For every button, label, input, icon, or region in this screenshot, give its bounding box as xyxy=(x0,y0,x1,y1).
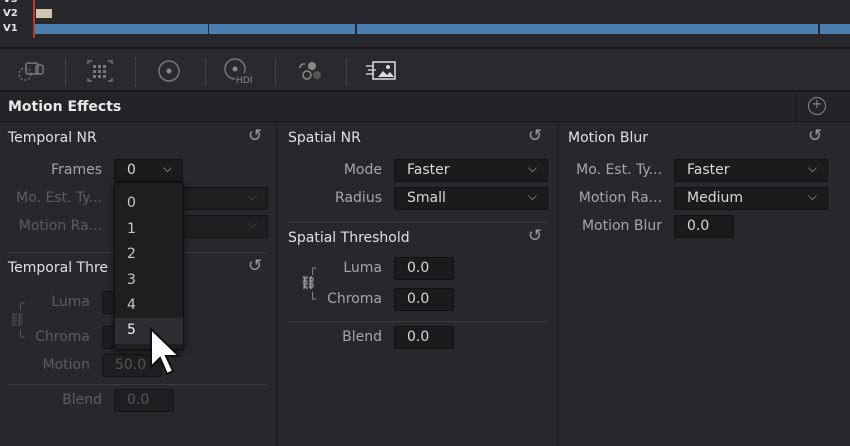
chroma-label: Chroma xyxy=(327,291,382,307)
color-wheels-icon[interactable] xyxy=(154,57,184,85)
reset-all-icon[interactable]: + xyxy=(808,97,826,115)
radius-value: Small xyxy=(407,190,446,206)
hdr-wheels-icon[interactable]: HDR xyxy=(222,57,252,85)
mo-est-label: Mo. Est. Ty... xyxy=(576,162,662,178)
motion-effects-header: Motion Effects + xyxy=(0,93,850,122)
mo-est-label: Mo. Est. Ty... xyxy=(16,190,102,206)
frames-value: 0 xyxy=(127,162,136,178)
reset-icon[interactable]: ↺ xyxy=(528,226,542,246)
reset-icon[interactable]: ↺ xyxy=(528,126,542,146)
panel-title: Motion Effects xyxy=(8,99,122,115)
chevron-down-icon: ⌵ xyxy=(807,161,817,175)
chevron-down-icon: ⌵ xyxy=(527,161,537,175)
luma-input[interactable]: 0.0 xyxy=(394,257,454,280)
menu-item-1[interactable]: 1 xyxy=(115,217,183,243)
mouse-cursor-icon xyxy=(150,327,182,376)
blend-input[interactable]: 0.0 xyxy=(114,389,174,412)
chevron-down-icon: ⌵ xyxy=(162,161,172,175)
chevron-down-icon: ⌵ xyxy=(527,189,537,203)
playhead[interactable] xyxy=(33,0,35,38)
motion-blur-title: Motion Blur xyxy=(568,130,649,146)
frames-label: Frames xyxy=(51,162,102,178)
frames-dropdown-menu: 0 1 2 3 4 5 xyxy=(114,182,184,350)
luma-label: Luma xyxy=(343,260,382,276)
menu-item-0[interactable]: 0 xyxy=(115,191,183,217)
menu-item-2[interactable]: 2 xyxy=(115,242,183,268)
blend-label: Blend xyxy=(62,392,102,408)
mode-value: Faster xyxy=(407,162,450,178)
camera-raw-icon[interactable] xyxy=(16,57,46,85)
timeline[interactable]: V3 V2 V1 xyxy=(0,0,850,49)
menu-item-4[interactable]: 4 xyxy=(115,293,183,319)
mode-dropdown[interactable]: Faster ⌵ xyxy=(394,159,548,182)
spatial-threshold-title: Spatial Threshold xyxy=(288,230,410,246)
reset-icon[interactable]: ↺ xyxy=(808,126,822,146)
spatial-nr-title: Spatial NR xyxy=(288,130,361,146)
blend-label: Blend xyxy=(342,329,382,345)
motion-range-value: Medium xyxy=(687,190,743,206)
radius-label: Radius xyxy=(335,190,382,206)
temporal-threshold-title: Temporal Thre xyxy=(8,260,109,276)
v2-clip[interactable] xyxy=(36,9,52,18)
chevron-down-icon: ⌵ xyxy=(247,189,257,203)
v1-clip[interactable] xyxy=(209,24,355,34)
temporal-nr-title: Temporal NR xyxy=(8,130,97,146)
motion-blur-label: Motion Blur xyxy=(581,218,662,234)
reset-icon[interactable]: ↺ xyxy=(248,126,262,146)
menu-item-3[interactable]: 3 xyxy=(115,268,183,294)
chroma-label: Chroma xyxy=(35,329,90,345)
radius-dropdown[interactable]: Small ⌵ xyxy=(394,187,548,210)
track-label-v1: V1 xyxy=(3,23,18,34)
chevron-down-icon: ⌵ xyxy=(807,189,817,203)
reset-icon[interactable]: ↺ xyxy=(248,256,262,276)
v1-clip[interactable] xyxy=(357,24,818,34)
motion-label: Motion xyxy=(42,357,90,373)
luma-label: Luma xyxy=(51,294,90,310)
v1-clip[interactable] xyxy=(35,24,208,34)
mo-est-value: Faster xyxy=(687,162,730,178)
motion-range-dropdown[interactable]: Medium ⌵ xyxy=(674,187,828,210)
motion-blur-input[interactable]: 0.0 xyxy=(674,215,734,238)
frames-dropdown[interactable]: 0 ⌵ xyxy=(114,159,183,182)
track-label-v2: V2 xyxy=(3,8,18,19)
rgb-mixer-icon[interactable] xyxy=(296,57,326,85)
chevron-down-icon: ⌵ xyxy=(247,217,257,231)
svg-text:HDR: HDR xyxy=(236,76,252,85)
motion-effects-icon[interactable] xyxy=(364,57,398,85)
blend-input[interactable]: 0.0 xyxy=(394,326,454,349)
motion-range-label: Motion Ra... xyxy=(578,190,662,206)
link-icon[interactable]: ⛓ xyxy=(300,276,317,291)
link-icon[interactable]: ⛓ xyxy=(9,313,26,328)
color-match-icon[interactable] xyxy=(85,57,115,85)
track-label-v3: V3 xyxy=(3,0,18,5)
palette-toolbar: HDR xyxy=(0,51,850,92)
mo-est-dropdown[interactable]: Faster ⌵ xyxy=(674,159,828,182)
mode-label: Mode xyxy=(343,162,382,178)
motion-range-label: Motion Ra... xyxy=(18,218,102,234)
v1-clip[interactable] xyxy=(820,24,850,34)
chroma-input[interactable]: 0.0 xyxy=(394,288,454,311)
